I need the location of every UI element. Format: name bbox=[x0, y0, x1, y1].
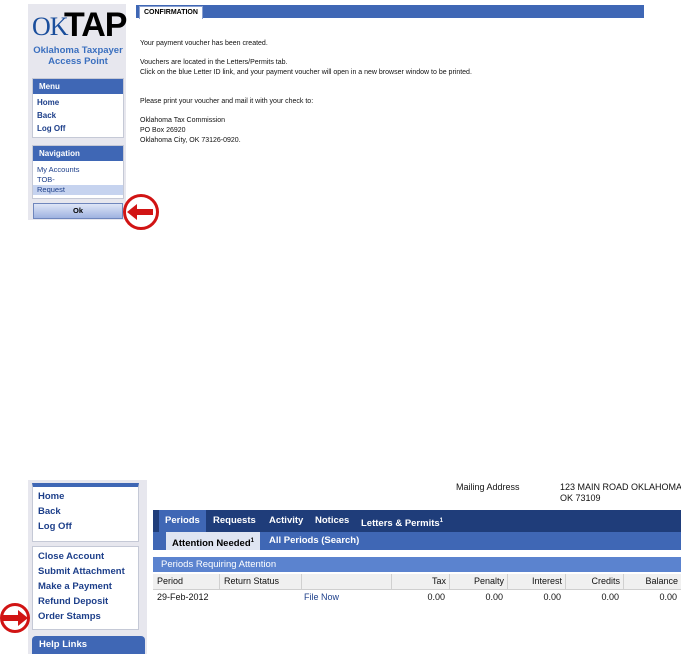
subtab-attention-needed[interactable]: Attention Needed1 bbox=[166, 532, 260, 550]
col-return-status: Return Status bbox=[219, 574, 279, 589]
menu-item-back[interactable]: Back bbox=[33, 109, 123, 122]
ok-button[interactable]: Ok bbox=[33, 203, 123, 219]
col-interest: Interest bbox=[507, 574, 562, 589]
navigation-title: Navigation bbox=[33, 146, 123, 161]
col-credits: Credits bbox=[565, 574, 620, 589]
col-action bbox=[301, 574, 392, 589]
account-actions-panel: Close Account Submit Attachment Make a P… bbox=[32, 546, 139, 630]
print-instructions-text: Please print your voucher and mail it wi… bbox=[140, 98, 314, 105]
action-make-payment[interactable]: Make a Payment bbox=[33, 579, 138, 594]
annotation-arrow-right-icon bbox=[3, 610, 28, 626]
action-order-stamps[interactable]: Order Stamps bbox=[33, 609, 138, 624]
col-penalty: Penalty bbox=[449, 574, 504, 589]
cell-balance: 0.00 bbox=[659, 592, 677, 602]
address-line-1: Oklahoma Tax Commission bbox=[140, 117, 226, 124]
cell-period: 29-Feb-2012 bbox=[157, 592, 209, 602]
cell-credits: 0.00 bbox=[601, 592, 619, 602]
mailing-address-line1: 123 MAIN ROAD OKLAHOMA C bbox=[560, 482, 681, 492]
menu-title: Menu bbox=[33, 79, 123, 94]
action-close-account[interactable]: Close Account bbox=[33, 549, 138, 564]
file-now-link[interactable]: File Now bbox=[304, 590, 339, 604]
table-row: 29-Feb-2012 File Now 0.00 0.00 0.00 0.00… bbox=[153, 590, 681, 604]
account-menu-home[interactable]: Home bbox=[33, 489, 138, 504]
account-tab-bar: Periods Requests Activity Notices Letter… bbox=[153, 510, 681, 532]
annotation-arrow-icon bbox=[127, 204, 153, 220]
col-period: Period bbox=[157, 576, 184, 586]
navigation-panel: Navigation My Accounts TOB- Request bbox=[32, 145, 124, 199]
account-menu-panel: Home Back Log Off bbox=[32, 483, 139, 542]
logo-ok-text: OK bbox=[32, 12, 69, 41]
nav-item-tob[interactable]: TOB- bbox=[33, 175, 123, 185]
periods-table-header: Period Return Status Tax Penalty Interes… bbox=[153, 574, 681, 590]
menu-item-home[interactable]: Home bbox=[33, 96, 123, 109]
account-menu-back[interactable]: Back bbox=[33, 504, 138, 519]
account-subtab-bar: Attention Needed1 All Periods (Search) bbox=[153, 532, 681, 550]
menu-item-log-off[interactable]: Log Off bbox=[33, 122, 123, 135]
tab-periods[interactable]: Periods bbox=[159, 510, 206, 532]
cell-interest: 0.00 bbox=[543, 592, 561, 602]
col-tax: Tax bbox=[391, 574, 446, 589]
tab-activity[interactable]: Activity bbox=[263, 510, 309, 532]
cell-tax: 0.00 bbox=[427, 592, 445, 602]
logo-subtitle-line1: Oklahoma Taxpayer bbox=[33, 45, 123, 56]
cell-penalty: 0.00 bbox=[485, 592, 503, 602]
voucher-location-text: Vouchers are located in the Letters/Perm… bbox=[140, 59, 288, 66]
attention-badge: 1 bbox=[250, 538, 254, 544]
voucher-created-text: Your payment voucher has been created. bbox=[140, 40, 268, 47]
action-submit-attachment[interactable]: Submit Attachment bbox=[33, 564, 138, 579]
tab-requests[interactable]: Requests bbox=[207, 510, 262, 532]
tab-confirmation[interactable]: CONFIRMATION bbox=[139, 6, 203, 19]
periods-section-header: Periods Requiring Attention bbox=[153, 557, 681, 572]
address-line-2: PO Box 26920 bbox=[140, 127, 186, 134]
confirmation-tab-bar bbox=[136, 5, 644, 18]
oktap-logo: OK TAP Oklahoma Taxpayer Access Point bbox=[30, 6, 127, 70]
col-balance: Balance bbox=[623, 574, 678, 589]
address-line-3: Oklahoma City, OK 73126-0920. bbox=[140, 137, 241, 144]
menu-panel: Menu Home Back Log Off bbox=[32, 78, 124, 138]
voucher-instructions-text: Click on the blue Letter ID link, and yo… bbox=[140, 69, 472, 76]
mailing-address-label: Mailing Address bbox=[456, 482, 520, 492]
account-menu-log-off[interactable]: Log Off bbox=[33, 519, 138, 534]
action-refund-deposit[interactable]: Refund Deposit bbox=[33, 594, 138, 609]
logo-tap-text: TAP bbox=[64, 6, 127, 44]
mailing-address-line2: OK 73109 bbox=[560, 493, 601, 503]
letters-badge: 1 bbox=[439, 518, 444, 524]
help-links-header[interactable]: Help Links bbox=[32, 636, 145, 654]
subtab-all-periods[interactable]: All Periods (Search) bbox=[263, 532, 365, 550]
nav-item-my-accounts[interactable]: My Accounts bbox=[33, 165, 123, 175]
logo-subtitle-line2: Access Point bbox=[48, 56, 108, 67]
tab-notices[interactable]: Notices bbox=[309, 510, 355, 532]
tab-letters-permits[interactable]: Letters & Permits1 bbox=[355, 510, 449, 532]
nav-item-request[interactable]: Request bbox=[33, 185, 123, 195]
